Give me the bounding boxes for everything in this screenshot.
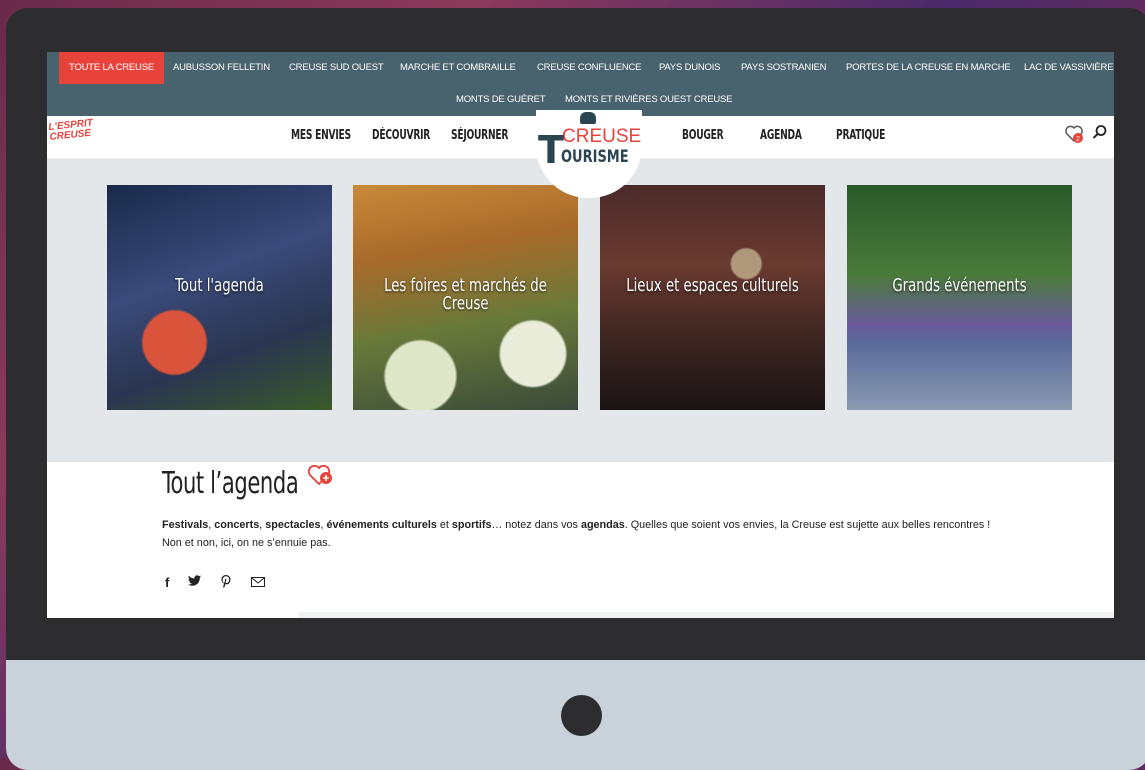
card-label: Lieux et espaces culturels bbox=[626, 275, 799, 296]
region-tab-lac-de-vassiviere[interactable]: LAC DE VASSIVIÈRE bbox=[1024, 52, 1114, 84]
email-icon[interactable] bbox=[250, 575, 265, 590]
card-foires-marches[interactable]: Les foires et marchés de Creuse bbox=[353, 185, 578, 410]
region-row-1: TOUTE LA CREUSE AUBUSSON FELLETIN CREUSE… bbox=[47, 52, 1114, 84]
favorites-count: 2 bbox=[1076, 136, 1080, 143]
social-share: f bbox=[165, 574, 279, 592]
region-bar: TOUTE LA CREUSE AUBUSSON FELLETIN CREUSE… bbox=[47, 52, 1114, 116]
card-label: Tout l'agenda bbox=[175, 275, 264, 296]
facebook-icon[interactable]: f bbox=[165, 575, 169, 590]
intro-line-2: Non et non, ici, on ne s’ennuie pas. bbox=[162, 537, 331, 549]
add-favorite-heart-icon[interactable] bbox=[307, 463, 335, 492]
region-tab-portes-de-la-creuse[interactable]: PORTES DE LA CREUSE EN MARCHE bbox=[846, 52, 1011, 84]
region-tab-creuse-sud-ouest[interactable]: CREUSE SUD OUEST bbox=[289, 52, 384, 84]
twitter-icon[interactable] bbox=[187, 575, 202, 590]
esprit-logo-text: L'ESPRIT CREUSE bbox=[47, 117, 94, 144]
category-gallery: Tout l'agenda Les foires et marchés de C… bbox=[47, 159, 1114, 462]
region-tab-creuse-confluence[interactable]: CREUSE CONFLUENCE bbox=[537, 52, 641, 84]
card-label: Grands événements bbox=[892, 275, 1027, 296]
intro-line-1: Festivals, concerts, spectacles, événeme… bbox=[162, 519, 991, 531]
intro-description: Festivals, concerts, spectacles, événeme… bbox=[162, 516, 1062, 552]
content-divider bbox=[299, 612, 1114, 618]
region-tab-pays-dunois[interactable]: PAYS DUNOIS bbox=[659, 52, 721, 84]
nav-item-pratique[interactable]: PRATIQUE bbox=[836, 128, 885, 143]
logo-creuse-text: CREUSE bbox=[562, 126, 642, 147]
logo-tourisme-text: OURISME bbox=[561, 147, 629, 167]
logo-hat-icon bbox=[580, 112, 596, 124]
search-icon[interactable] bbox=[1092, 124, 1108, 145]
card-label: Les foires et marchés de Creuse bbox=[384, 275, 547, 314]
nav-item-decouvrir[interactable]: DÉCOUVRIR bbox=[372, 128, 430, 143]
region-tab-aubusson-felletin[interactable]: AUBUSSON FELLETIN bbox=[173, 52, 270, 84]
card-grands-evenements[interactable]: Grands événements bbox=[847, 185, 1072, 410]
region-tab-monts-de-gueret[interactable]: MONTS DE GUÉRET bbox=[456, 84, 546, 116]
nav-item-mes-envies[interactable]: MES ENVIES bbox=[291, 128, 351, 143]
region-tab-toute-la-creuse[interactable]: TOUTE LA CREUSE bbox=[59, 52, 164, 84]
agenda-intro: Tout l’agenda Festivals, concerts, spect… bbox=[47, 462, 1114, 618]
nav-item-agenda[interactable]: AGENDA bbox=[760, 128, 802, 143]
page-title: Tout l’agenda bbox=[162, 466, 299, 501]
nav-item-sejourner[interactable]: SÉJOURNER bbox=[451, 128, 508, 143]
home-button[interactable] bbox=[561, 695, 602, 736]
favorites-heart-icon[interactable]: 2 bbox=[1065, 124, 1085, 149]
nav-item-bouger[interactable]: BOUGER bbox=[682, 128, 724, 143]
region-tab-pays-sostranien[interactable]: PAYS SOSTRANIEN bbox=[741, 52, 827, 84]
card-tout-agenda[interactable]: Tout l'agenda bbox=[107, 185, 332, 410]
card-lieux-culturels[interactable]: Lieux et espaces culturels bbox=[600, 185, 825, 410]
esprit-creuse-logo[interactable]: L'ESPRIT CREUSE bbox=[47, 117, 94, 144]
pinterest-icon[interactable] bbox=[220, 574, 232, 591]
region-tab-marche-et-combraille[interactable]: MARCHE ET COMBRAILLE bbox=[400, 52, 516, 84]
